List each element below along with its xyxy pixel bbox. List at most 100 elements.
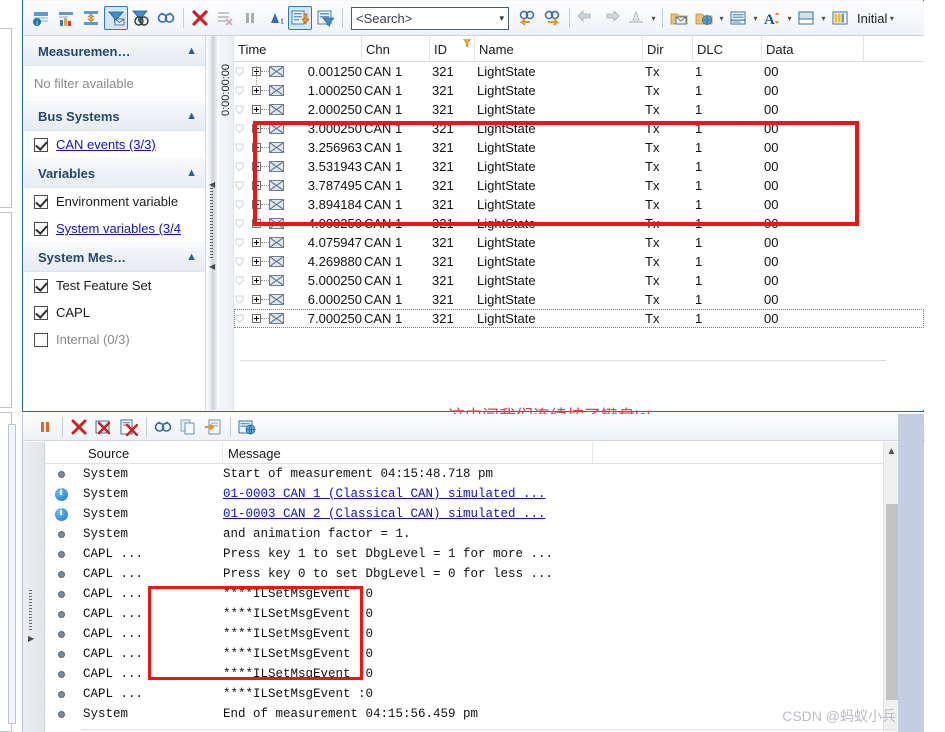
chevron-up-icon[interactable]: ▲ xyxy=(186,45,197,57)
save-to-file-icon[interactable] xyxy=(117,415,141,439)
open-web-dropdown-icon[interactable]: ▾ xyxy=(717,6,726,30)
copy-icon[interactable] xyxy=(176,415,200,439)
column-header-message[interactable]: Message xyxy=(223,442,593,464)
clear-window-icon[interactable] xyxy=(92,415,116,439)
checkbox-capl[interactable] xyxy=(34,305,48,320)
checkbox-system-variables[interactable] xyxy=(34,221,48,236)
find-icon[interactable] xyxy=(154,6,178,30)
bell-icon[interactable] xyxy=(234,271,248,290)
filter-item-can-events[interactable]: CAN events (3/3) xyxy=(24,131,205,158)
row-expander[interactable] xyxy=(252,309,298,328)
filter-item-test-feature-set[interactable]: Test Feature Set xyxy=(24,272,205,299)
bell-icon[interactable] xyxy=(234,119,248,138)
message-row[interactable]: System and animation factor = 1. xyxy=(45,524,895,544)
trace-row[interactable]: 3.000250 CAN 1 321 LightState Tx 1 00 xyxy=(234,119,924,138)
message-row[interactable]: CAPL ... ****ILSetMsgEvent :0 xyxy=(45,664,895,684)
group-header-measurement-setup[interactable]: Measuremen… ▲ xyxy=(24,36,205,66)
show-measurement-start-icon[interactable]: i xyxy=(29,6,53,30)
chevron-up-icon[interactable]: ▲ xyxy=(884,442,899,460)
colors-icon[interactable] xyxy=(828,6,852,30)
open-web-icon[interactable] xyxy=(692,6,716,30)
row-expander[interactable] xyxy=(252,195,298,214)
message-row[interactable]: CAPL ... ****ILSetMsgEvent :0 xyxy=(45,624,895,644)
expand-plus-icon[interactable] xyxy=(252,295,261,304)
trace-row[interactable]: 3.787495 CAN 1 321 LightState Tx 1 00 xyxy=(234,176,924,195)
marker-dropdown-icon[interactable]: ▾ xyxy=(649,6,658,30)
expand-plus-icon[interactable] xyxy=(252,105,261,114)
row-expander[interactable] xyxy=(252,138,298,157)
row-expander[interactable] xyxy=(252,100,298,119)
checkbox-environment-variable[interactable] xyxy=(34,194,48,209)
column-header-id[interactable]: ID xyxy=(430,36,475,62)
clear-all-icon[interactable] xyxy=(67,415,91,439)
message-row[interactable]: CAPL ... ****ILSetMsgEvent :0 xyxy=(45,604,895,624)
message-row[interactable]: CAPL ... ****ILSetMsgEvent :0 xyxy=(45,584,895,604)
message-row[interactable]: CAPL ... ****ILSetMsgEvent :0 xyxy=(45,644,895,664)
layout-dropdown-icon[interactable]: ▾ xyxy=(751,6,760,30)
open-logging-icon[interactable] xyxy=(667,6,691,30)
config-dropdown-icon[interactable]: ▾ xyxy=(887,6,896,30)
message-row[interactable]: CAPL ... ****ILSetMsgEvent :0 xyxy=(45,684,895,704)
expand-plus-icon[interactable] xyxy=(252,314,261,323)
row-expander[interactable] xyxy=(252,157,298,176)
chevron-up-icon[interactable]: ▲ xyxy=(186,167,197,179)
bell-icon[interactable] xyxy=(234,81,248,100)
font-size-icon[interactable]: A xyxy=(760,6,784,30)
scrollbar-thumb[interactable] xyxy=(886,504,898,700)
bell-icon[interactable] xyxy=(234,233,248,252)
trace-row[interactable]: 3.894184 CAN 1 321 LightState Tx 1 00 xyxy=(234,195,924,214)
row-expander[interactable] xyxy=(252,62,298,81)
gutter-grip[interactable] xyxy=(29,590,32,632)
panel-icon[interactable] xyxy=(794,6,818,30)
bell-icon[interactable] xyxy=(234,100,248,119)
splitter-grip[interactable] xyxy=(210,188,213,258)
row-expander[interactable] xyxy=(252,252,298,271)
splitter-arrow-down-icon[interactable]: ◀ xyxy=(209,262,215,271)
find-previous-icon[interactable] xyxy=(515,6,539,30)
chevron-down-icon[interactable]: ▾ xyxy=(499,13,504,24)
column-header-name[interactable]: Name xyxy=(475,36,643,62)
filter-item-internal[interactable]: Internal (0/3) xyxy=(24,326,205,353)
expand-plus-icon[interactable] xyxy=(252,181,261,190)
message-row[interactable]: CAPL ... Press key 1 to set DbgLevel = 1 … xyxy=(45,544,895,564)
scroll-to-latest-icon[interactable] xyxy=(288,6,312,30)
column-header-data[interactable]: Data xyxy=(762,36,864,62)
column-filter-icon[interactable] xyxy=(313,6,337,30)
column-header-chn[interactable]: Chn xyxy=(362,36,430,62)
message-row[interactable]: CAPL ... Press key 0 to set DbgLevel = 0 … xyxy=(45,564,895,584)
panel-dropdown-icon[interactable]: ▾ xyxy=(819,6,828,30)
statistics-icon[interactable] xyxy=(54,6,78,30)
row-expander[interactable] xyxy=(252,233,298,252)
search-input[interactable]: <Search> ▾ xyxy=(351,6,509,30)
message-cell-text[interactable]: 01-0003 CAN 2 (Classical CAN) simulated … xyxy=(223,504,883,524)
trace-row[interactable]: 7.000250 CAN 1 321 LightState Tx 1 00 xyxy=(234,309,924,328)
checkbox-internal[interactable] xyxy=(34,332,48,347)
row-expander[interactable] xyxy=(252,81,298,100)
group-header-bus-systems[interactable]: Bus Systems ▲ xyxy=(24,101,205,131)
column-header-source[interactable]: Source xyxy=(83,442,223,464)
delta-time-icon[interactable]: t xyxy=(263,6,287,30)
trace-row[interactable]: 2.000250 CAN 1 321 LightState Tx 1 00 xyxy=(234,100,924,119)
bell-icon[interactable] xyxy=(234,157,248,176)
navigate-forward-icon[interactable] xyxy=(599,6,623,30)
expand-plus-icon[interactable] xyxy=(252,124,261,133)
trace-row[interactable]: 5.000250 CAN 1 321 LightState Tx 1 00 xyxy=(234,271,924,290)
row-expander[interactable] xyxy=(252,290,298,309)
filter-item-label[interactable]: System variables (3/4 xyxy=(56,221,181,236)
filter-item-label[interactable]: CAN events (3/3) xyxy=(56,137,156,152)
trace-row[interactable]: 3.531943 CAN 1 321 LightState Tx 1 00 xyxy=(234,157,924,176)
trace-row[interactable]: 6.000250 CAN 1 321 LightState Tx 1 00 xyxy=(234,290,924,309)
write-window-scrollbar[interactable]: ▲ xyxy=(883,442,899,732)
trace-row[interactable]: 1.000250 CAN 1 321 LightState Tx 1 00 xyxy=(234,81,924,100)
write-grid-rows[interactable]: System Start of measurement 04:15:48.718 … xyxy=(45,464,895,724)
find-icon[interactable] xyxy=(151,415,175,439)
find-next-icon[interactable] xyxy=(540,6,564,30)
group-header-variables[interactable]: Variables ▲ xyxy=(24,158,205,188)
message-row[interactable]: System End of measurement 04:15:56.459 pm xyxy=(45,704,895,724)
row-expander[interactable] xyxy=(252,176,298,195)
filter-item-system-variables[interactable]: System variables (3/4 xyxy=(24,215,205,242)
trace-row[interactable]: 4.000250 CAN 1 321 LightState Tx 1 00 xyxy=(234,214,924,233)
message-cell-text[interactable]: 01-0003 CAN 1 (Classical CAN) simulated … xyxy=(223,484,883,504)
expand-plus-icon[interactable] xyxy=(252,200,261,209)
expand-plus-icon[interactable] xyxy=(252,257,261,266)
